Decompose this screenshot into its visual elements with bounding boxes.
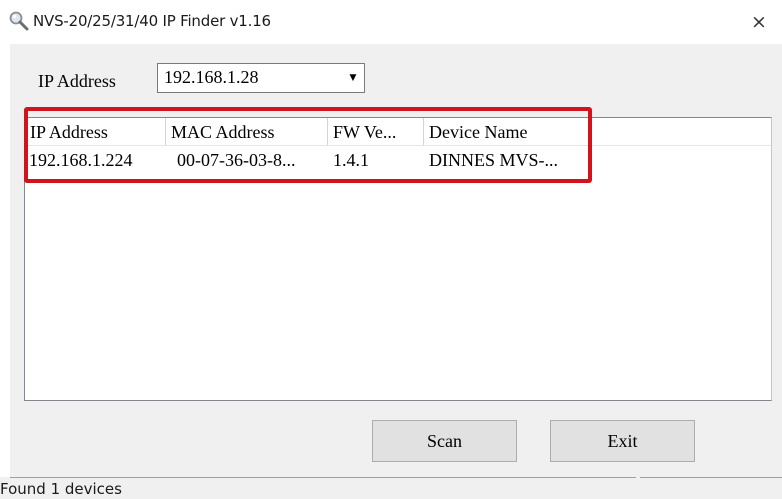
cell-ip-address: 192.168.1.224 [29, 150, 133, 170]
cell-device-name: DINNES MVS-... [429, 150, 559, 170]
status-bar: Found 1 devices [0, 477, 782, 499]
column-header-ip-address[interactable]: IP Address [25, 118, 166, 145]
scan-button[interactable]: Scan [372, 420, 517, 462]
column-header-mac-address[interactable]: MAC Address [166, 118, 328, 145]
cell-mac-address: 00-07-36-03-8... [177, 150, 296, 170]
title-bar: NVS-20/25/31/40 IP Finder v1.16 × [0, 0, 782, 44]
exit-button[interactable]: Exit [550, 420, 695, 462]
window-title: NVS-20/25/31/40 IP Finder v1.16 [33, 12, 271, 30]
table-row[interactable]: 192.168.1.224 00-07-36-03-8... 1.4.1 DIN… [25, 146, 771, 174]
column-header-fw-version[interactable]: FW Ve... [328, 118, 424, 145]
close-button[interactable]: × [736, 0, 782, 44]
close-icon: × [751, 11, 767, 33]
ip-address-label: IP Address [38, 71, 116, 91]
device-list-header: IP Address MAC Address FW Ve... Device N… [25, 118, 771, 146]
cell-fw-version: 1.4.1 [333, 150, 369, 170]
device-list[interactable]: IP Address MAC Address FW Ve... Device N… [24, 117, 772, 401]
ip-address-value: 192.168.1.28 [164, 67, 259, 87]
dialog-body: IP Address 192.168.1.28 ▼ IP Address MAC… [0, 44, 782, 499]
magnifier-icon [9, 11, 29, 31]
status-text: Found 1 devices [0, 480, 122, 498]
column-header-device-name[interactable]: Device Name [424, 118, 592, 145]
ip-address-dropdown[interactable]: 192.168.1.28 ▼ [157, 63, 365, 93]
dropdown-arrow-icon[interactable]: ▼ [342, 64, 364, 92]
status-panel-secondary [640, 477, 782, 499]
